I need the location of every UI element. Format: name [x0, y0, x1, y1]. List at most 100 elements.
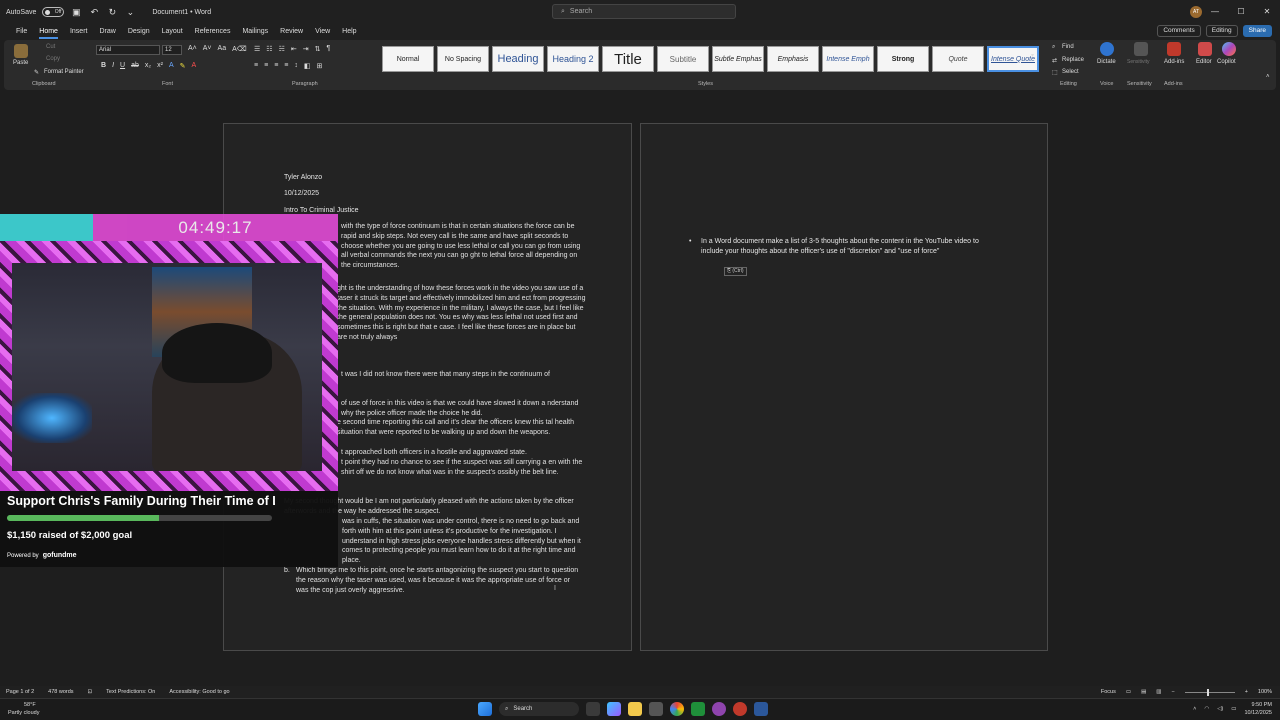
font-size-select[interactable]: 12: [162, 45, 182, 55]
word-taskbar-icon[interactable]: [754, 702, 768, 716]
close-icon[interactable]: ✕: [1254, 0, 1280, 24]
word-count[interactable]: 478 words: [48, 689, 73, 695]
style-subtle-emphasis[interactable]: Subtle Emphas: [712, 46, 764, 72]
style-subtitle[interactable]: Subtitle: [657, 46, 709, 72]
style-normal[interactable]: Normal: [382, 46, 434, 72]
style-heading[interactable]: Heading: [492, 46, 544, 72]
weather-widget[interactable]: 58°F Partly cloudy: [8, 701, 40, 717]
tab-view[interactable]: View: [309, 24, 336, 40]
justify-icon[interactable]: ≡: [284, 62, 288, 70]
highlight-icon[interactable]: ✎: [180, 62, 186, 70]
increase-indent-icon[interactable]: ⇥: [303, 45, 309, 53]
sort-icon[interactable]: ⇅: [315, 45, 321, 53]
document-page-2[interactable]: In a Word document make a list of 3-5 th…: [640, 123, 1048, 651]
decrease-indent-icon[interactable]: ⇤: [291, 45, 297, 53]
copilot-icon[interactable]: [1222, 42, 1236, 56]
zoom-level[interactable]: 100%: [1258, 689, 1272, 695]
add-ins-button[interactable]: Add-ins: [1164, 59, 1184, 65]
font-name-select[interactable]: Arial: [96, 45, 160, 55]
grow-font-icon[interactable]: A˄: [188, 45, 197, 53]
read-mode-icon[interactable]: ▭: [1126, 689, 1131, 695]
clear-formatting-icon[interactable]: A⌫: [232, 45, 247, 53]
print-layout-icon[interactable]: ▤: [1141, 689, 1146, 695]
tab-help[interactable]: Help: [336, 24, 362, 40]
tab-insert[interactable]: Insert: [64, 24, 94, 40]
show-marks-icon[interactable]: ¶: [326, 45, 330, 53]
tab-file[interactable]: File: [10, 24, 33, 40]
obs-icon[interactable]: [733, 702, 747, 716]
style-intense-quote[interactable]: Intense Quote: [987, 46, 1039, 72]
superscript-icon[interactable]: x²: [157, 62, 163, 70]
save-icon[interactable]: ▣: [70, 6, 82, 18]
style-no-spacing[interactable]: No Spacing: [437, 46, 489, 72]
change-case-icon[interactable]: Aa: [218, 45, 227, 53]
underline-icon[interactable]: U: [120, 62, 125, 70]
format-painter-icon[interactable]: ✎: [34, 69, 39, 76]
start-icon[interactable]: [478, 702, 492, 716]
select-button[interactable]: Select: [1062, 69, 1079, 75]
undo-icon[interactable]: ↶: [88, 6, 100, 18]
zoom-in-icon[interactable]: +: [1245, 689, 1248, 695]
borders-icon[interactable]: ⊞: [317, 62, 323, 70]
chrome-icon[interactable]: [670, 702, 684, 716]
tab-home[interactable]: Home: [33, 24, 64, 40]
copy-button[interactable]: Copy: [46, 56, 60, 62]
focus-button[interactable]: Focus: [1101, 689, 1116, 695]
file-explorer-icon[interactable]: [628, 702, 642, 716]
task-view-icon[interactable]: [586, 702, 600, 716]
editor-icon[interactable]: [1198, 42, 1212, 56]
style-quote[interactable]: Quote: [932, 46, 984, 72]
editor-button[interactable]: Editor: [1196, 59, 1212, 65]
accessibility-status[interactable]: Accessibility: Good to go: [169, 689, 229, 695]
tab-mailings[interactable]: Mailings: [236, 24, 274, 40]
align-right-icon[interactable]: ≡: [274, 62, 278, 70]
subscript-icon[interactable]: x₂: [145, 62, 151, 70]
replace-button[interactable]: Replace: [1062, 57, 1084, 63]
style-emphasis[interactable]: Emphasis: [767, 46, 819, 72]
text-effects-icon[interactable]: A: [169, 62, 174, 70]
store-icon[interactable]: [649, 702, 663, 716]
multilevel-list-icon[interactable]: ☵: [279, 45, 285, 53]
battery-icon[interactable]: ▭: [1231, 706, 1236, 712]
copilot-button[interactable]: Copilot: [1217, 59, 1236, 65]
paste-button[interactable]: Paste: [13, 60, 28, 66]
cut-button[interactable]: Cut: [46, 44, 55, 50]
copilot-taskbar-icon[interactable]: [607, 702, 621, 716]
editing-mode-button[interactable]: Editing: [1205, 25, 1238, 37]
avatar[interactable]: AT: [1190, 6, 1202, 18]
autosave-toggle[interactable]: Off: [42, 7, 65, 17]
line-spacing-icon[interactable]: ↕: [294, 62, 298, 70]
ribbon-collapse-icon[interactable]: ˄: [1266, 74, 1270, 80]
customize-qat-icon[interactable]: ⌄: [124, 6, 136, 18]
discord-icon[interactable]: [712, 702, 726, 716]
paste-icon[interactable]: [14, 44, 28, 58]
volume-icon[interactable]: ◁): [1217, 706, 1223, 712]
replace-icon[interactable]: ⇄: [1052, 57, 1057, 64]
font-color-icon[interactable]: A: [191, 62, 196, 70]
add-ins-icon[interactable]: [1167, 42, 1181, 56]
tab-layout[interactable]: Layout: [156, 24, 189, 40]
numbering-icon[interactable]: ☷: [266, 45, 272, 53]
find-button[interactable]: Find: [1062, 44, 1074, 50]
tab-references[interactable]: References: [189, 24, 237, 40]
maximize-icon[interactable]: ☐: [1228, 0, 1254, 24]
xbox-icon[interactable]: [691, 702, 705, 716]
text-predictions[interactable]: Text Predictions: On: [106, 689, 155, 695]
page-count[interactable]: Page 1 of 2: [6, 689, 34, 695]
comments-button[interactable]: Comments: [1157, 25, 1201, 37]
shrink-font-icon[interactable]: A˅: [203, 45, 212, 53]
find-icon[interactable]: ⌕: [1052, 44, 1055, 51]
italic-icon[interactable]: I: [112, 62, 114, 70]
minimize-icon[interactable]: —: [1202, 0, 1228, 24]
wifi-icon[interactable]: ◠: [1204, 706, 1209, 712]
style-strong[interactable]: Strong: [877, 46, 929, 72]
zoom-out-icon[interactable]: −: [1171, 689, 1174, 695]
align-center-icon[interactable]: ≡: [264, 62, 268, 70]
paste-options-button[interactable]: ⎘ (Ctrl): [724, 267, 747, 276]
tray-chevron-icon[interactable]: ˄: [1193, 706, 1196, 712]
style-title[interactable]: Title: [602, 46, 654, 72]
select-icon[interactable]: ⬚: [1052, 69, 1058, 76]
zoom-slider[interactable]: [1184, 688, 1235, 696]
strikethrough-icon[interactable]: ab: [131, 62, 139, 70]
styles-scroll-icon[interactable]: ▾: [1031, 52, 1034, 59]
